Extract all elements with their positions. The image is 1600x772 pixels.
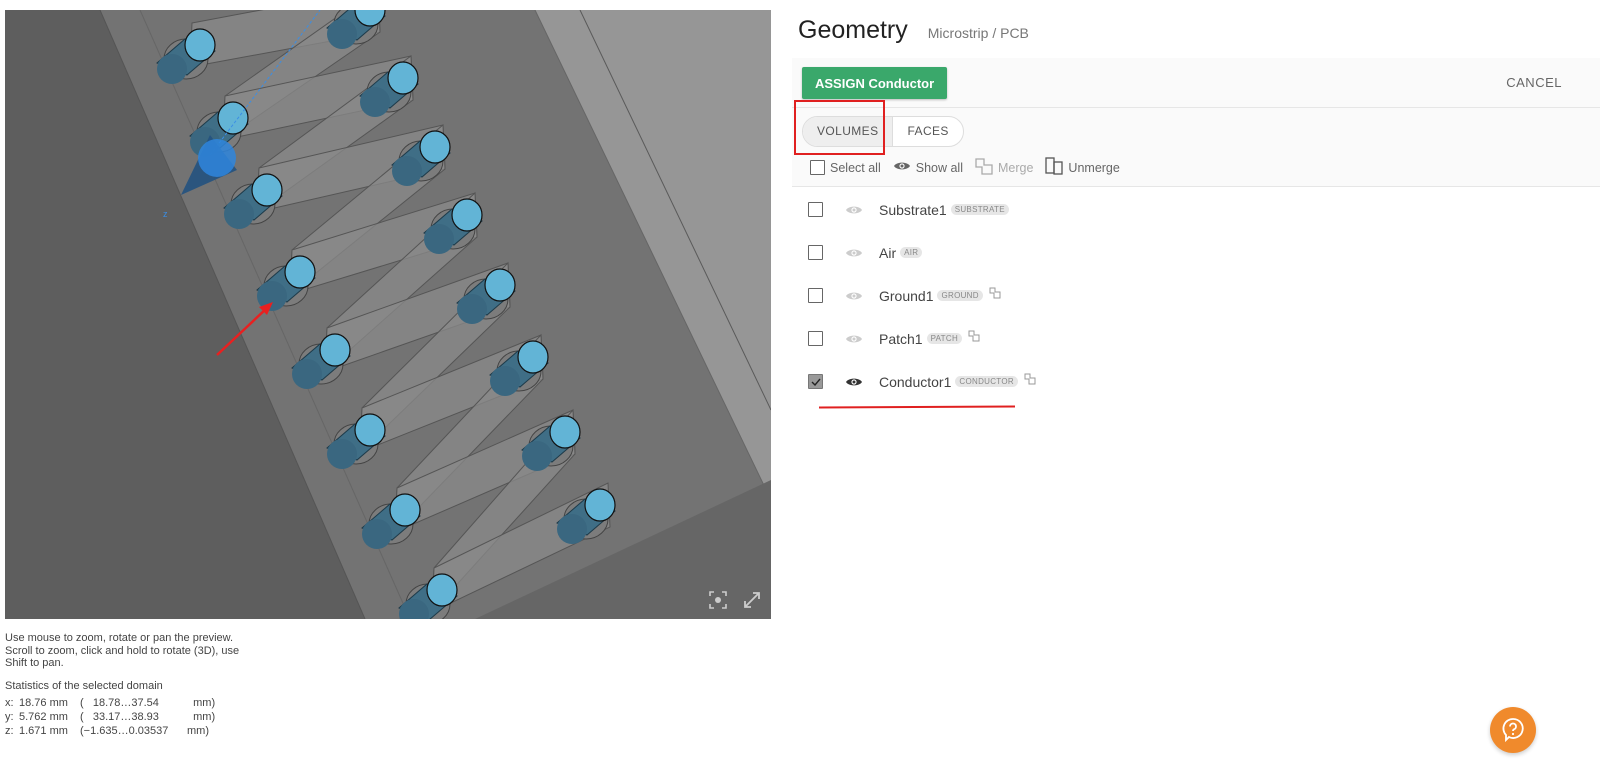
fullscreen-icon[interactable] xyxy=(741,589,763,611)
list-item[interactable]: Ground1 GROUND xyxy=(792,274,1600,317)
stat-row-y: y: 5.762 mm ( 33.17…38.93 mm) xyxy=(5,710,215,724)
visibility-eye-icon[interactable] xyxy=(845,204,863,216)
help-chat-icon xyxy=(1502,718,1524,743)
merge-label: Merge xyxy=(997,160,1034,175)
stat-value: 5.762 mm xyxy=(19,711,68,723)
z-axis-handle xyxy=(198,139,236,177)
cancel-button[interactable]: CANCEL xyxy=(1500,74,1568,91)
unmerge-icon xyxy=(1045,157,1064,178)
selection-bar: VOLUMES FACES Select all Show all Merge … xyxy=(792,100,1600,187)
volumes-faces-toggle: VOLUMES FACES xyxy=(802,116,964,147)
stat-value: 18.76 mm xyxy=(19,697,68,709)
volume-type-badge: PATCH xyxy=(926,333,963,344)
domain-statistics: x: 18.76 mm ( 18.78…37.54 mm) y: 5.762 m… xyxy=(5,696,215,738)
volume-type-badge: SUBSTRATE xyxy=(950,204,1009,215)
stat-unit: mm) xyxy=(187,725,209,737)
assign-conductor-button[interactable]: ASSIGN Conductor xyxy=(802,67,948,99)
eye-icon xyxy=(893,160,911,175)
help-button[interactable] xyxy=(1490,707,1536,753)
visibility-eye-icon[interactable] xyxy=(845,376,863,388)
stat-unit: mm) xyxy=(187,697,216,709)
volume-name: Patch1 xyxy=(879,330,923,347)
merge-icon xyxy=(975,157,993,178)
show-all-button[interactable]: Show all xyxy=(893,160,963,175)
geometry-panel: Geometry Microstrip / PCB ASSIGN Conduct… xyxy=(792,10,1600,772)
stat-range: (−1.635…0.03537 xyxy=(80,725,169,737)
select-all-label: Select all xyxy=(830,160,881,175)
stat-row-z: z: 1.671 mm (−1.635…0.03537 mm) xyxy=(5,724,215,738)
stat-axis: y: xyxy=(5,711,14,723)
volume-name: Ground1 xyxy=(879,287,934,304)
stat-range: ( 33.17…38.93 xyxy=(80,711,159,723)
list-item[interactable]: Patch1 PATCH xyxy=(792,317,1600,360)
3d-preview-viewport[interactable]: z xyxy=(5,10,771,619)
stat-unit: mm) xyxy=(187,711,216,723)
list-item[interactable]: Conductor1 CONDUCTOR xyxy=(792,360,1600,403)
volume-name: Conductor1 xyxy=(879,373,952,390)
visibility-eye-icon[interactable] xyxy=(845,333,863,345)
visibility-eye-icon[interactable] xyxy=(845,247,863,259)
z-axis-label: z xyxy=(163,209,168,219)
merge-icon[interactable] xyxy=(989,287,1001,299)
stat-row-x: x: 18.76 mm ( 18.78…37.54 mm) xyxy=(5,696,215,710)
merge-icon[interactable] xyxy=(968,330,980,342)
annotation-underline xyxy=(818,405,1016,409)
row-checkbox[interactable] xyxy=(808,374,823,389)
row-checkbox[interactable] xyxy=(808,202,823,217)
volume-name: Air xyxy=(879,244,897,261)
checkbox-icon xyxy=(810,160,825,175)
stat-axis: z: xyxy=(5,725,14,737)
show-all-label: Show all xyxy=(915,160,963,175)
tab-volumes[interactable]: VOLUMES xyxy=(803,117,894,146)
viewport-help-text: Use mouse to zoom, rotate or pan the pre… xyxy=(5,632,240,669)
volume-type-badge: AIR xyxy=(900,247,923,258)
volume-name: Substrate1 xyxy=(879,201,947,218)
row-checkbox[interactable] xyxy=(808,331,823,346)
stat-value: 1.671 mm xyxy=(19,725,68,737)
merge-icon[interactable] xyxy=(1024,373,1036,385)
stat-range: ( 18.78…37.54 xyxy=(80,697,159,709)
pcb-3d-scene[interactable]: z xyxy=(5,10,771,619)
toolbar: ASSIGN Conductor CANCEL xyxy=(792,58,1600,108)
volume-type-badge: GROUND xyxy=(937,290,983,301)
volume-type-badge: CONDUCTOR xyxy=(955,376,1018,387)
stat-axis: x: xyxy=(5,697,14,709)
checkmark-icon xyxy=(811,378,821,386)
row-checkbox[interactable] xyxy=(808,245,823,260)
focus-icon[interactable] xyxy=(707,589,729,611)
unmerge-label: Unmerge xyxy=(1068,160,1120,175)
merge-button[interactable]: Merge xyxy=(975,157,1033,178)
breadcrumb: Microstrip / PCB xyxy=(927,25,1029,41)
select-all-checkbox[interactable]: Select all xyxy=(810,160,881,175)
row-checkbox[interactable] xyxy=(808,288,823,303)
unmerge-button[interactable]: Unmerge xyxy=(1045,157,1120,178)
visibility-eye-icon[interactable] xyxy=(845,290,863,302)
page-title: Geometry xyxy=(798,16,908,44)
stats-title: Statistics of the selected domain xyxy=(5,680,163,692)
tab-faces[interactable]: FACES xyxy=(893,117,962,146)
list-item[interactable]: Air AIR xyxy=(792,231,1600,274)
list-item[interactable]: Substrate1 SUBSTRATE xyxy=(792,188,1600,231)
volume-list: Substrate1 SUBSTRATE Air AIR Ground1 GRO… xyxy=(792,188,1600,403)
